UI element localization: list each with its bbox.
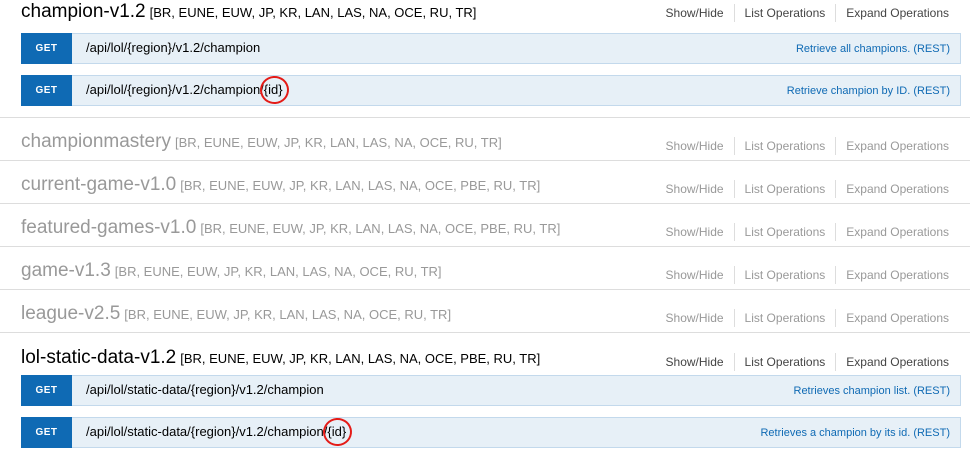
list-operations-link[interactable]: List Operations <box>735 4 837 22</box>
http-method-badge[interactable]: GET <box>21 33 72 64</box>
list-operations-link[interactable]: List Operations <box>735 309 837 327</box>
expand-operations-link[interactable]: Expand Operations <box>836 180 970 198</box>
expand-operations-link[interactable]: Expand Operations <box>836 223 970 241</box>
resource-heading: league-v2.5 [BR, EUNE, EUW, JP, KR, LAN, … <box>21 303 451 325</box>
operation-get-champion-by-id[interactable]: GET /api/lol/{region}/v1.2/champion/{id}… <box>21 75 961 106</box>
expand-operations-link[interactable]: Expand Operations <box>836 137 970 155</box>
resource-name-link[interactable]: league-v2.5 <box>21 303 120 324</box>
operation-description[interactable]: Retrieves a champion by its id. (REST) <box>760 427 950 439</box>
operation-path[interactable]: /api/lol/{region}/v1.2/champion/{id} <box>86 82 283 97</box>
operation-path[interactable]: /api/lol/{region}/v1.2/champion <box>86 40 260 55</box>
resource-heading: championmastery [BR, EUNE, EUW, JP, KR, L… <box>21 131 502 153</box>
resource-regions: [BR, EUNE, EUW, JP, KR, LAN, LAS, NA, OC… <box>200 221 561 236</box>
operation-description[interactable]: Retrieve all champions. (REST) <box>796 43 950 55</box>
highlighted-path-param: {id} <box>263 82 283 97</box>
resource-name-link[interactable]: championmastery <box>21 131 171 152</box>
resource-regions: [BR, EUNE, EUW, JP, KR, LAN, LAS, NA, OC… <box>149 5 477 20</box>
expand-operations-link[interactable]: Expand Operations <box>836 266 970 284</box>
resource-current-game: current-game-v1.0 [BR, EUNE, EUW, JP, KR,… <box>0 161 970 204</box>
resource-featured-games: featured-games-v1.0 [BR, EUNE, EUW, JP, K… <box>0 204 970 247</box>
expand-operations-link[interactable]: Expand Operations <box>836 4 970 22</box>
expand-operations-link[interactable]: Expand Operations <box>836 309 970 327</box>
resource-heading: lol-static-data-v1.2 [BR, EUNE, EUW, JP, … <box>21 347 540 369</box>
list-operations-link[interactable]: List Operations <box>735 353 837 371</box>
expand-operations-link[interactable]: Expand Operations <box>836 353 970 371</box>
show-hide-link[interactable]: Show/Hide <box>656 266 735 284</box>
resource-name-link[interactable]: lol-static-data-v1.2 <box>21 347 176 368</box>
resource-name-link[interactable]: featured-games-v1.0 <box>21 217 196 238</box>
operation-get-static-champions[interactable]: GET /api/lol/static-data/{region}/v1.2/c… <box>21 375 961 406</box>
resource-actions: Show/Hide List Operations Expand Operati… <box>656 180 970 198</box>
resource-name-link[interactable]: champion-v1.2 <box>21 1 146 22</box>
resource-regions: [BR, EUNE, EUW, JP, KR, LAN, LAS, NA, OC… <box>180 351 541 366</box>
operation-description[interactable]: Retrieves champion list. (REST) <box>794 385 951 397</box>
http-method-badge[interactable]: GET <box>21 417 72 448</box>
path-prefix: /api/lol/static-data/{region}/v1.2/champ… <box>86 382 324 397</box>
list-operations-link[interactable]: List Operations <box>735 137 837 155</box>
show-hide-link[interactable]: Show/Hide <box>656 4 735 22</box>
list-operations-link[interactable]: List Operations <box>735 266 837 284</box>
http-method-badge[interactable]: GET <box>21 75 72 106</box>
path-prefix: /api/lol/static-data/{region}/v1.2/champ… <box>86 424 328 439</box>
resource-heading: featured-games-v1.0 [BR, EUNE, EUW, JP, K… <box>21 217 560 239</box>
show-hide-link[interactable]: Show/Hide <box>656 223 735 241</box>
resource-actions: Show/Hide List Operations Expand Operati… <box>656 4 970 22</box>
operation-path[interactable]: /api/lol/static-data/{region}/v1.2/champ… <box>86 382 324 397</box>
operation-get-champions[interactable]: GET /api/lol/{region}/v1.2/champion Retr… <box>21 33 961 64</box>
show-hide-link[interactable]: Show/Hide <box>656 137 735 155</box>
operation-description[interactable]: Retrieve champion by ID. (REST) <box>787 85 950 97</box>
resource-actions: Show/Hide List Operations Expand Operati… <box>656 223 970 241</box>
resource-lol-static-data: lol-static-data-v1.2 [BR, EUNE, EUW, JP, … <box>0 333 970 376</box>
list-operations-link[interactable]: List Operations <box>735 223 837 241</box>
path-prefix: /api/lol/{region}/v1.2/champion <box>86 40 261 55</box>
http-method-badge[interactable]: GET <box>21 375 72 406</box>
list-operations-link[interactable]: List Operations <box>735 180 837 198</box>
show-hide-link[interactable]: Show/Hide <box>656 180 735 198</box>
resource-actions: Show/Hide List Operations Expand Operati… <box>656 266 970 284</box>
operation-path[interactable]: /api/lol/static-data/{region}/v1.2/champ… <box>86 424 346 439</box>
resource-actions: Show/Hide List Operations Expand Operati… <box>656 353 970 371</box>
resource-regions: [BR, EUNE, EUW, JP, KR, LAN, LAS, NA, OC… <box>174 135 502 150</box>
resource-list: championmastery [BR, EUNE, EUW, JP, KR, L… <box>0 117 970 376</box>
show-hide-link[interactable]: Show/Hide <box>656 353 735 371</box>
path-prefix: /api/lol/{region}/v1.2/champion/ <box>86 82 264 97</box>
resource-name-link[interactable]: game-v1.3 <box>21 260 111 281</box>
resource-regions: [BR, EUNE, EUW, JP, KR, LAN, LAS, NA, OC… <box>180 178 541 193</box>
resource-regions: [BR, EUNE, EUW, JP, KR, LAN, LAS, NA, OC… <box>114 264 442 279</box>
resource-champion-v1-2: champion-v1.2 [BR, EUNE, EUW, JP, KR, LAN… <box>0 0 970 26</box>
resource-regions: [BR, EUNE, EUW, JP, KR, LAN, LAS, NA, OC… <box>124 307 452 322</box>
operation-get-static-champion-by-id[interactable]: GET /api/lol/static-data/{region}/v1.2/c… <box>21 417 961 448</box>
resource-league: league-v2.5 [BR, EUNE, EUW, JP, KR, LAN, … <box>0 290 970 333</box>
resource-heading: champion-v1.2 [BR, EUNE, EUW, JP, KR, LAN… <box>21 1 476 23</box>
resource-game: game-v1.3 [BR, EUNE, EUW, JP, KR, LAN, LA… <box>0 247 970 290</box>
resource-heading: current-game-v1.0 [BR, EUNE, EUW, JP, KR,… <box>21 174 540 196</box>
resource-actions: Show/Hide List Operations Expand Operati… <box>656 309 970 327</box>
show-hide-link[interactable]: Show/Hide <box>656 309 735 327</box>
resource-actions: Show/Hide List Operations Expand Operati… <box>656 137 970 155</box>
resource-name-link[interactable]: current-game-v1.0 <box>21 174 176 195</box>
resource-heading: game-v1.3 [BR, EUNE, EUW, JP, KR, LAN, LA… <box>21 260 442 282</box>
resource-championmastery: championmastery [BR, EUNE, EUW, JP, KR, L… <box>0 118 970 161</box>
highlighted-path-param: {id} <box>327 424 347 439</box>
